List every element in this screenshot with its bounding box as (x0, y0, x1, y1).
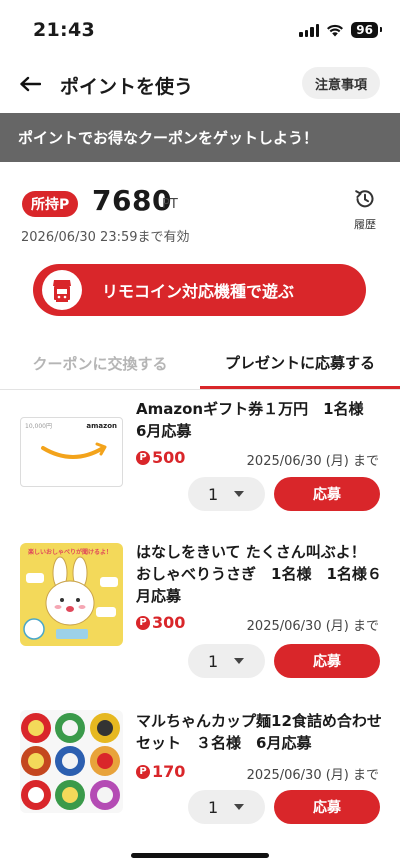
list-item: 楽しいおしゃべりが聞けるよ！ はなしをきいて たくさん叫ぶよ！ おしゃべりうさぎ… (0, 541, 400, 681)
tab-coupon-exchange[interactable]: クーポンに交換する (0, 338, 200, 389)
points-unit: PT (162, 197, 178, 212)
list-item: マルちゃんカップ麺12食詰め合わせ セット ３名様 6月応募 P 170 202… (0, 710, 400, 830)
points-value: 7680 (92, 184, 172, 217)
status-bar: 21:43 96 (0, 0, 400, 54)
header: ポイントを使う 注意事項 (0, 62, 400, 106)
chevron-down-icon (234, 491, 245, 497)
item-title: Amazonギフト券１万円 1名様 6月応募 (136, 400, 364, 440)
item-cost: P 170 (136, 762, 185, 781)
apply-button[interactable]: 応募 (274, 477, 380, 511)
history-icon (355, 190, 374, 208)
page-title: ポイントを使う (60, 76, 194, 98)
tab-present-apply[interactable]: プレゼントに応募する (200, 338, 400, 389)
back-button[interactable] (16, 71, 44, 97)
points-expiry: 2026/06/30 23:59まで有効 (21, 230, 190, 245)
back-arrow-icon (20, 76, 41, 92)
apply-button[interactable]: 応募 (274, 790, 380, 824)
promo-banner: ポイントでお得なクーポンをゲットしよう！ (0, 113, 400, 162)
quantity-select[interactable]: 1 (188, 644, 265, 678)
points-summary: 所持P 7680 PT 2026/06/30 23:59まで有効 履歴 (0, 180, 400, 250)
quantity-select[interactable]: 1 (188, 477, 265, 511)
remocoin-play-button[interactable]: リモコイン対応機種で遊ぶ (33, 264, 366, 316)
chevron-down-icon (234, 804, 245, 810)
status-icons: 96 (299, 22, 382, 38)
status-time: 21:43 (33, 19, 95, 41)
item-deadline: 2025/06/30 (月) まで (246, 454, 379, 469)
tab-bar: クーポンに交換する プレゼントに応募する (0, 338, 400, 390)
wifi-icon (327, 24, 344, 36)
remocoin-play-label: リモコイン対応機種で遊ぶ (102, 282, 295, 301)
item-deadline: 2025/06/30 (月) まで (246, 619, 379, 634)
battery-icon: 96 (351, 22, 382, 38)
item-cost: P 500 (136, 448, 185, 467)
item-title: はなしをきいて たくさん叫ぶよ！ おしゃべりうさぎ 1名様 1名様６ 月応募 (136, 543, 382, 605)
list-item: 10,000円 amazon Amazonギフト券１万円 1名様 6月応募 P … (0, 398, 400, 518)
item-deadline: 2025/06/30 (月) まで (246, 768, 379, 783)
owned-points-badge: 所持P (22, 191, 79, 217)
point-icon: P (136, 764, 150, 779)
point-icon: P (136, 450, 150, 465)
notice-button[interactable]: 注意事項 (301, 67, 380, 99)
cup-noodle-set-image (20, 710, 123, 813)
quantity-select[interactable]: 1 (188, 790, 265, 824)
home-indicator[interactable] (131, 853, 269, 858)
point-icon: P (136, 615, 150, 630)
cellular-signal-icon (299, 23, 320, 37)
history-label: 履歴 (354, 218, 376, 231)
history-button[interactable]: 履歴 (348, 188, 382, 232)
apply-button[interactable]: 応募 (274, 644, 380, 678)
amazon-gift-card-image: 10,000円 amazon (20, 417, 123, 487)
rabbit-toy-image: 楽しいおしゃべりが聞けるよ！ (20, 543, 123, 646)
remocoin-machine-icon (42, 270, 82, 310)
item-cost: P 300 (136, 613, 185, 632)
chevron-down-icon (234, 658, 245, 664)
item-title: マルちゃんカップ麺12食詰め合わせ セット ３名様 6月応募 (136, 712, 382, 752)
